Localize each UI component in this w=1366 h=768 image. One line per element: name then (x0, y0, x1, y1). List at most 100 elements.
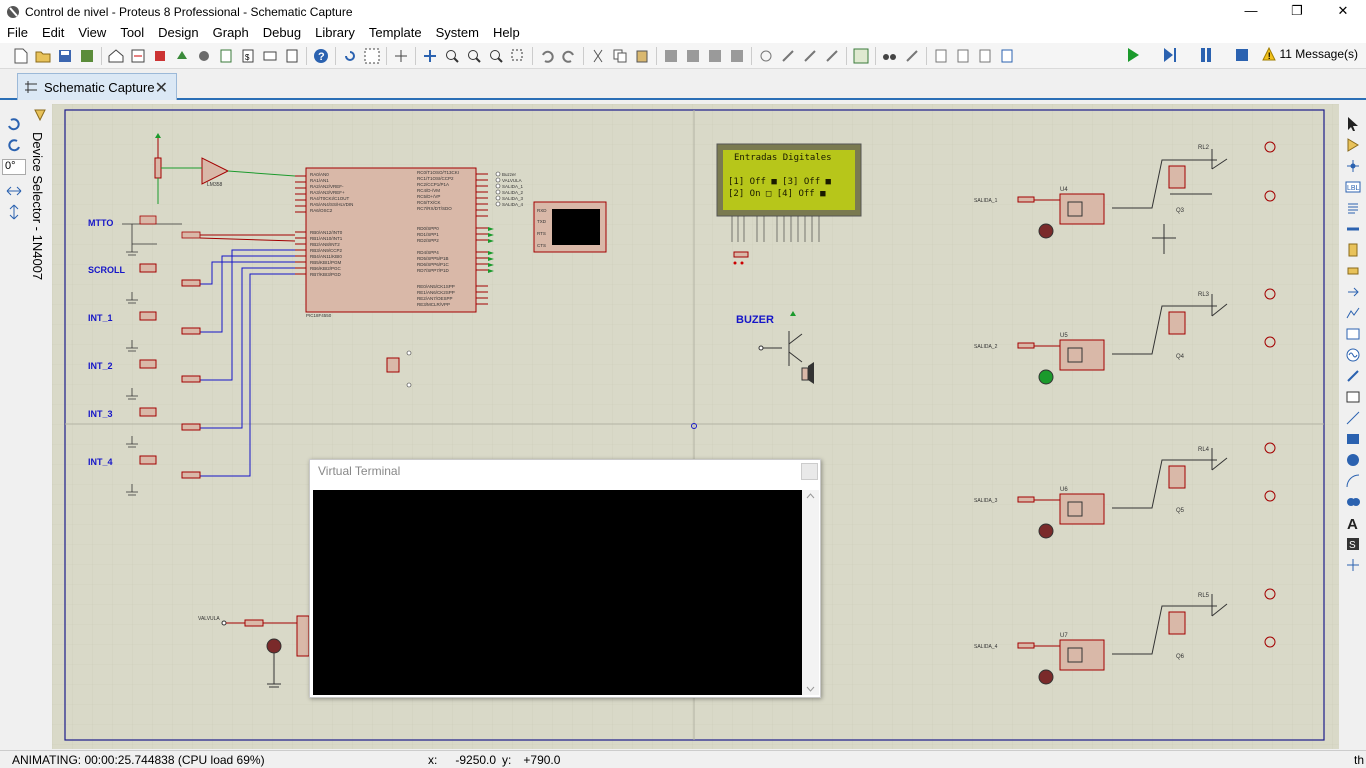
box-mode-icon[interactable] (1343, 429, 1363, 449)
block-copy-icon[interactable] (660, 46, 682, 66)
mirror-horizontal-icon[interactable] (6, 184, 22, 198)
virtual-terminal-close-button[interactable] (801, 463, 818, 480)
packaging-icon[interactable] (799, 46, 821, 66)
step-button[interactable] (1162, 47, 1178, 66)
origin-icon[interactable] (390, 46, 412, 66)
zoom-all-icon[interactable] (485, 46, 507, 66)
text-mode-icon[interactable]: A (1343, 513, 1363, 533)
open-folder-icon[interactable] (32, 46, 54, 66)
graph-mode-icon[interactable] (1343, 303, 1363, 323)
generator-mode-icon[interactable] (1343, 345, 1363, 365)
paste-icon[interactable] (631, 46, 653, 66)
device-pins-icon[interactable] (1343, 282, 1363, 302)
play-button[interactable] (1125, 47, 1141, 66)
notes-icon[interactable] (259, 46, 281, 66)
arc-mode-icon[interactable] (1343, 471, 1363, 491)
pick-device-icon[interactable] (755, 46, 777, 66)
rotate-anticlockwise-icon[interactable] (6, 138, 22, 154)
pan-icon[interactable] (419, 46, 441, 66)
menu-design[interactable]: Design (151, 23, 205, 43)
make-device-icon[interactable] (777, 46, 799, 66)
menu-system[interactable]: System (429, 23, 486, 43)
virtual-terminal-scrollbar[interactable] (802, 490, 819, 695)
exit-parent-icon[interactable] (974, 46, 996, 66)
tape-recorder-icon[interactable] (1343, 324, 1363, 344)
wire-autorouter-icon[interactable] (850, 46, 872, 66)
design-explorer-icon[interactable] (215, 46, 237, 66)
component-mode-icon[interactable] (1343, 135, 1363, 155)
junction-dot-icon[interactable] (1343, 156, 1363, 176)
svg-text:?: ? (318, 51, 325, 63)
close-button[interactable]: ✕ (1320, 0, 1366, 23)
selection-mode-icon[interactable] (1343, 114, 1363, 134)
wire-label-icon[interactable]: LBL (1343, 177, 1363, 197)
stop-button[interactable] (1234, 47, 1250, 66)
copy-icon[interactable] (609, 46, 631, 66)
3d-icon[interactable] (171, 46, 193, 66)
electrical-rule-check-icon[interactable] (996, 46, 1018, 66)
home-icon[interactable] (105, 46, 127, 66)
buses-icon[interactable] (1343, 219, 1363, 239)
subcircuit-icon[interactable] (1343, 240, 1363, 260)
menu-tool[interactable]: Tool (113, 23, 151, 43)
gerber-icon[interactable] (193, 46, 215, 66)
text-script-icon[interactable] (1343, 198, 1363, 218)
cut-icon[interactable] (587, 46, 609, 66)
block-delete-icon[interactable] (726, 46, 748, 66)
menu-debug[interactable]: Debug (256, 23, 308, 43)
grid-icon[interactable] (361, 46, 383, 66)
menu-library[interactable]: Library (308, 23, 362, 43)
save-icon[interactable] (54, 46, 76, 66)
menu-bar: File Edit View Tool Design Graph Debug L… (0, 23, 1366, 43)
help-icon[interactable]: ? (310, 46, 332, 66)
redo-icon[interactable] (558, 46, 580, 66)
new-sheet-icon[interactable] (930, 46, 952, 66)
block-move-icon[interactable] (682, 46, 704, 66)
import-icon[interactable] (76, 46, 98, 66)
pcb-icon[interactable] (149, 46, 171, 66)
menu-file[interactable]: File (0, 23, 35, 43)
mirror-vertical-icon[interactable] (7, 204, 21, 220)
virtual-instruments-icon[interactable] (1343, 387, 1363, 407)
virtual-terminal-window[interactable]: Virtual Terminal (309, 459, 821, 698)
zoom-area-icon[interactable] (507, 46, 529, 66)
undo-icon[interactable] (536, 46, 558, 66)
property-tool-icon[interactable] (901, 46, 923, 66)
minimize-button[interactable]: — (1228, 0, 1274, 23)
menu-help[interactable]: Help (486, 23, 527, 43)
search-tag-icon[interactable] (879, 46, 901, 66)
virtual-terminal-screen[interactable] (313, 490, 802, 695)
pause-button[interactable] (1198, 47, 1214, 66)
decompose-icon[interactable] (821, 46, 843, 66)
symbol-mode-icon[interactable]: S (1343, 534, 1363, 554)
restore-button[interactable]: ❐ (1274, 0, 1320, 23)
messages-indicator[interactable]: ! 11 Message(s) (1261, 47, 1358, 61)
pin-icon[interactable] (33, 108, 47, 122)
menu-template[interactable]: Template (362, 23, 429, 43)
menu-graph[interactable]: Graph (206, 23, 256, 43)
menu-view[interactable]: View (71, 23, 113, 43)
marker-mode-icon[interactable] (1343, 555, 1363, 575)
path-mode-icon[interactable] (1343, 492, 1363, 512)
schematic-icon[interactable] (127, 46, 149, 66)
y-coord-label: y: (502, 752, 512, 767)
block-rotate-icon[interactable] (704, 46, 726, 66)
valve-name: VALVULA (198, 616, 220, 622)
rotate-clockwise-icon[interactable] (6, 117, 22, 133)
line-mode-icon[interactable] (1343, 408, 1363, 428)
bom-icon[interactable]: $ (237, 46, 259, 66)
rotation-input[interactable]: 0° (2, 159, 26, 175)
relay-name-1: RL2 (1198, 145, 1210, 151)
close-tab-icon[interactable]: ✕ (155, 78, 168, 98)
new-file-icon[interactable] (10, 46, 32, 66)
circle-mode-icon[interactable] (1343, 450, 1363, 470)
zoom-out-icon[interactable] (463, 46, 485, 66)
zoom-in-icon[interactable] (441, 46, 463, 66)
remove-sheet-icon[interactable] (952, 46, 974, 66)
menu-edit[interactable]: Edit (35, 23, 71, 43)
refresh-icon[interactable] (339, 46, 361, 66)
probe-mode-icon[interactable] (1343, 366, 1363, 386)
document-icon[interactable] (281, 46, 303, 66)
tab-schematic-capture[interactable]: Schematic Capture ✕ (17, 73, 177, 100)
terminals-icon[interactable] (1343, 261, 1363, 281)
